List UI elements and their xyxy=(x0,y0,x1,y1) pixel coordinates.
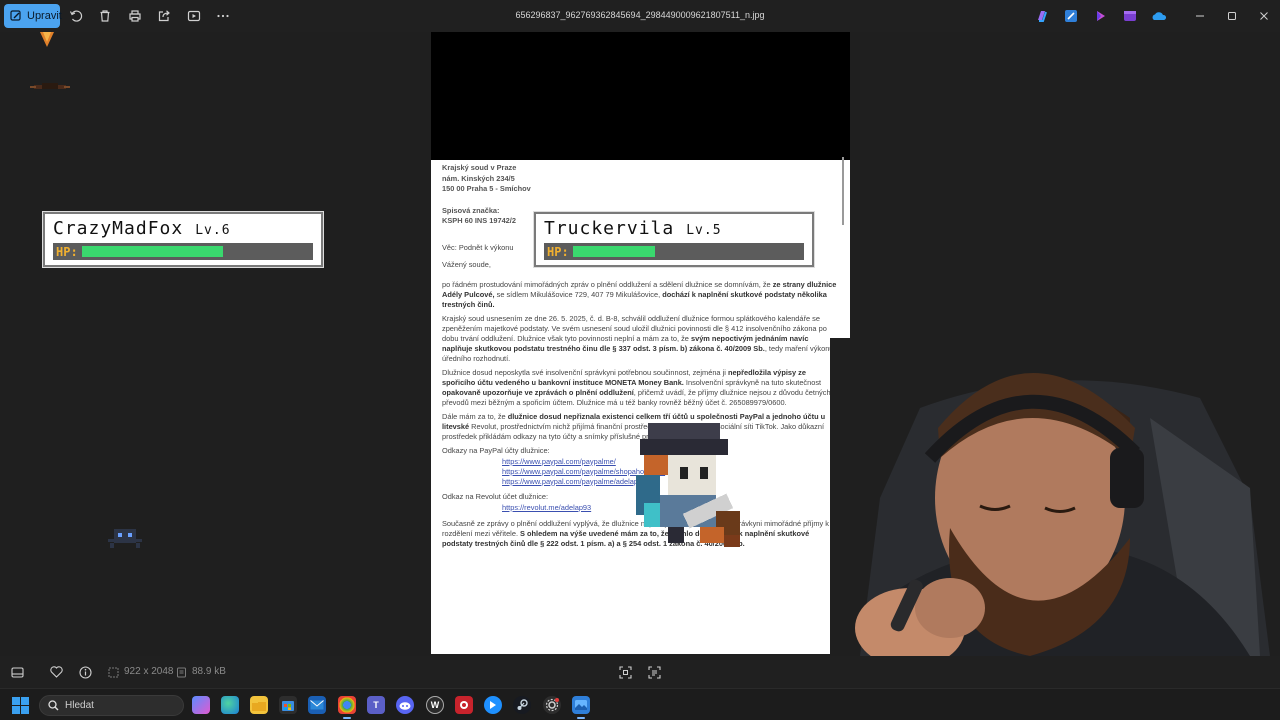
photos-icon[interactable] xyxy=(572,696,590,719)
copilot-icon[interactable] xyxy=(1034,8,1050,24)
hp-bar: HP: xyxy=(53,243,313,260)
copilot-taskbar-icon[interactable] xyxy=(192,696,210,714)
pixel-knight-sprite xyxy=(636,423,740,547)
taskbar-search[interactable]: Hledat xyxy=(39,695,184,716)
hp-label: HP: xyxy=(56,244,78,259)
image-dimensions: 922 x 2048 xyxy=(124,666,174,677)
paragraph-2: Krajský soud usnesením ze dne 26. 5. 202… xyxy=(442,313,834,363)
player-level: Lv.6 xyxy=(195,223,231,238)
search-icon xyxy=(48,700,59,711)
wordpad-icon[interactable]: W xyxy=(426,696,444,714)
start-button[interactable] xyxy=(12,697,29,714)
player-hp-card-2: Truckervila Lv.5 HP: xyxy=(533,211,815,268)
mail-icon[interactable] xyxy=(308,696,326,714)
windows-taskbar: Hledat T W xyxy=(0,688,1280,720)
pixel-flame-sprite xyxy=(40,32,54,47)
pixel-spider-sprite xyxy=(108,529,142,548)
hp-label: HP: xyxy=(547,244,569,259)
player-name: Truckervila xyxy=(544,218,675,239)
player-name: CrazyMadFox xyxy=(53,218,184,239)
onedrive-icon[interactable] xyxy=(1151,8,1167,24)
teams-icon[interactable]: T xyxy=(367,696,385,714)
file-name: 656296837_962769362845694_29844900096218… xyxy=(515,10,765,20)
steam-icon[interactable] xyxy=(513,696,531,714)
player-hp-card-1: CrazyMadFox Lv.6 HP: xyxy=(42,211,324,268)
document-image: Krajský soud v Praze nám. Kinských 234/5… xyxy=(431,32,850,654)
microsoft-store-icon[interactable] xyxy=(279,696,297,714)
file-size-icon xyxy=(174,665,188,679)
file-explorer-icon[interactable] xyxy=(250,696,268,714)
court-address: Krajský soud v Praze nám. Kinských 234/5… xyxy=(442,163,531,193)
search-placeholder: Hledat xyxy=(65,700,94,711)
paint-icon[interactable] xyxy=(1063,8,1079,24)
edge-icon[interactable] xyxy=(221,696,239,714)
bottom-toolbar: 922 x 2048 88.9 kB xyxy=(0,656,1280,688)
paragraph-1: po řádném prostudování mimořádných zpráv… xyxy=(442,279,837,309)
actual-size-icon[interactable] xyxy=(647,665,661,679)
file-size: 88.9 kB xyxy=(192,666,226,677)
minimize-icon[interactable] xyxy=(1192,8,1208,24)
favorite-icon[interactable] xyxy=(49,665,63,679)
document-scrollbar xyxy=(842,157,844,225)
remote-desktop-icon[interactable] xyxy=(484,696,502,714)
chrome-icon[interactable] xyxy=(338,696,356,719)
filmstrip-icon[interactable] xyxy=(10,665,24,679)
title-bar: Upravit 656296837_962769362845694_298449… xyxy=(0,0,1280,32)
hp-bar-fill xyxy=(572,246,655,257)
paragraph-3: Dlužnice dosud neposkytla své insolvenčn… xyxy=(442,367,831,407)
info-icon[interactable] xyxy=(78,665,92,679)
designer-icon[interactable] xyxy=(1093,8,1109,24)
media-app-icon[interactable] xyxy=(455,696,473,714)
clipchamp-icon[interactable] xyxy=(1122,8,1138,24)
hp-bar: HP: xyxy=(544,243,804,260)
maximize-icon[interactable] xyxy=(1224,8,1240,24)
pixel-bat-sprite xyxy=(30,83,70,89)
fit-to-window-icon[interactable] xyxy=(618,665,632,679)
player-level: Lv.5 xyxy=(686,223,722,238)
discord-icon[interactable] xyxy=(396,696,414,714)
image-viewer-stage: CrazyMadFox Lv.6 HP: Krajský soud v Praz… xyxy=(0,32,1280,656)
hp-bar-fill xyxy=(81,246,224,257)
settings-icon[interactable] xyxy=(543,696,561,714)
dimensions-icon xyxy=(106,665,120,679)
webcam-feed xyxy=(830,338,1280,656)
close-icon[interactable] xyxy=(1256,8,1272,24)
